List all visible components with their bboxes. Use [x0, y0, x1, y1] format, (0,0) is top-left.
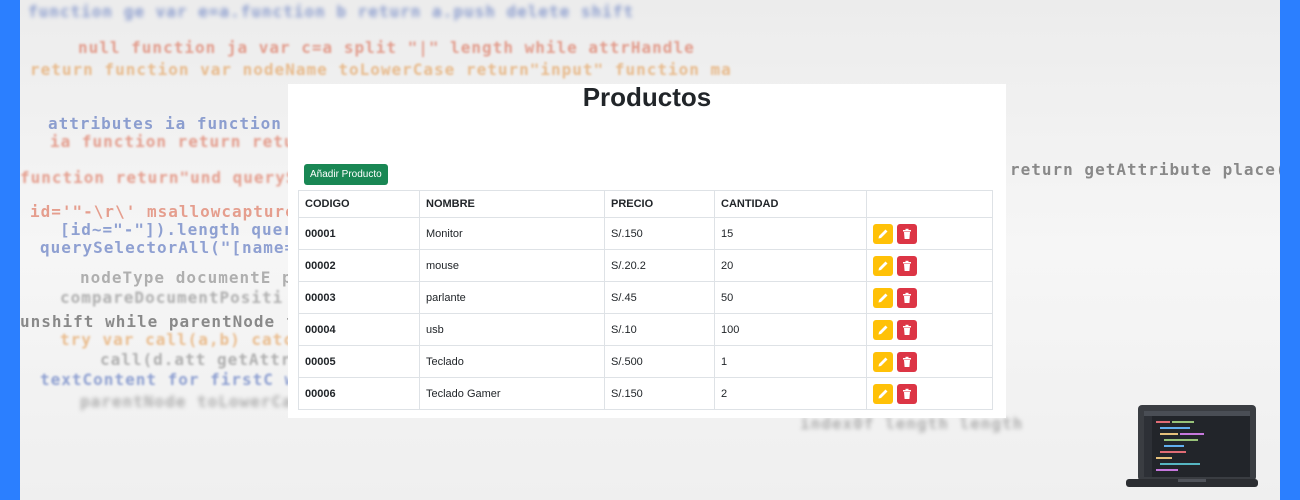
trash-icon	[903, 356, 911, 367]
cell-code: 00005	[298, 345, 420, 378]
edit-button[interactable]	[873, 319, 893, 340]
background-code-line: function ge var e=a.function b return a.…	[28, 2, 635, 21]
cell-name: mouse	[419, 249, 605, 282]
background-code-line: null function ja var c=a split "|" lengt…	[78, 38, 695, 57]
table-row: 00006 Teclado Gamer S/.150 2	[298, 377, 993, 410]
trash-icon	[903, 260, 911, 271]
laptop-icon	[1126, 405, 1258, 487]
cell-price: S/.20.2	[604, 249, 715, 282]
delete-button[interactable]	[897, 319, 917, 340]
pencil-icon	[878, 229, 888, 238]
trash-icon	[903, 388, 911, 399]
cell-quantity: 15	[714, 217, 867, 250]
column-header-name: NOMBRE	[419, 190, 605, 218]
edit-button[interactable]	[873, 383, 893, 404]
cell-name: Monitor	[419, 217, 605, 250]
right-accent-bar	[1280, 0, 1300, 500]
cell-code: 00004	[298, 313, 420, 346]
table-row: 00004 usb S/.10 100	[298, 313, 993, 346]
cell-actions	[866, 377, 993, 410]
cell-name: Teclado	[419, 345, 605, 378]
cell-code: 00006	[298, 377, 420, 410]
edit-button[interactable]	[873, 351, 893, 372]
products-table: CODIGO NOMBRE PRECIO CANTIDAD 00001 Monit…	[298, 190, 993, 410]
column-header-price: PRECIO	[604, 190, 715, 218]
trash-icon	[903, 228, 911, 239]
background-code-line: return getAttribute place(ba,ca) return …	[1010, 160, 1280, 179]
pencil-icon	[878, 325, 888, 334]
cell-name: Teclado Gamer	[419, 377, 605, 410]
left-accent-bar	[0, 0, 20, 500]
pencil-icon	[878, 261, 888, 270]
products-panel: Productos Añadir Producto CODIGO NOMBRE …	[288, 82, 1006, 418]
cell-actions	[866, 217, 993, 250]
table-row: 00003 parlante S/.45 50	[298, 281, 993, 314]
delete-button[interactable]	[897, 223, 917, 244]
trash-icon	[903, 292, 911, 303]
cell-code: 00003	[298, 281, 420, 314]
delete-button[interactable]	[897, 255, 917, 276]
table-row: 00002 mouse S/.20.2 20	[298, 249, 993, 282]
cell-actions	[866, 313, 993, 346]
cell-quantity: 1	[714, 345, 867, 378]
cell-name: parlante	[419, 281, 605, 314]
pencil-icon	[878, 357, 888, 366]
cell-price: S/.150	[604, 377, 715, 410]
background-code-line: return function var nodeName toLowerCase…	[30, 60, 732, 79]
delete-button[interactable]	[897, 383, 917, 404]
column-header-actions	[866, 190, 993, 218]
column-header-code: CODIGO	[298, 190, 420, 218]
trash-icon	[903, 324, 911, 335]
cell-actions	[866, 249, 993, 282]
cell-quantity: 50	[714, 281, 867, 314]
table-row: 00005 Teclado S/.500 1	[298, 345, 993, 378]
cell-actions	[866, 345, 993, 378]
edit-button[interactable]	[873, 255, 893, 276]
cell-quantity: 100	[714, 313, 867, 346]
cell-actions	[866, 281, 993, 314]
cell-price: S/.45	[604, 281, 715, 314]
cell-quantity: 20	[714, 249, 867, 282]
edit-button[interactable]	[873, 223, 893, 244]
delete-button[interactable]	[897, 287, 917, 308]
cell-code: 00001	[298, 217, 420, 250]
column-header-quantity: CANTIDAD	[714, 190, 867, 218]
add-product-button[interactable]: Añadir Producto	[304, 164, 388, 185]
cell-name: usb	[419, 313, 605, 346]
cell-price: S/.10	[604, 313, 715, 346]
delete-button[interactable]	[897, 351, 917, 372]
edit-button[interactable]	[873, 287, 893, 308]
pencil-icon	[878, 293, 888, 302]
cell-quantity: 2	[714, 377, 867, 410]
cell-price: S/.500	[604, 345, 715, 378]
pencil-icon	[878, 389, 888, 398]
page-title: Productos	[582, 82, 712, 112]
cell-price: S/.150	[604, 217, 715, 250]
table-row: 00001 Monitor S/.150 15	[298, 217, 993, 250]
table-header-row: CODIGO NOMBRE PRECIO CANTIDAD	[298, 190, 993, 218]
cell-code: 00002	[298, 249, 420, 282]
